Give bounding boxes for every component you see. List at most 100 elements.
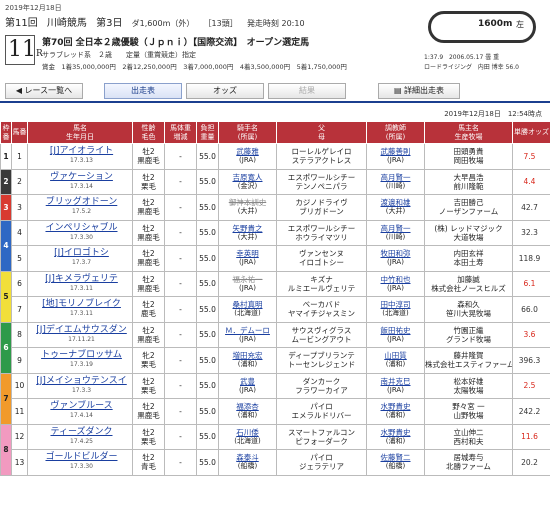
horse-cell[interactable]: インペリシャブル 17.3.30 [27,219,133,246]
horse-cell[interactable]: [J]デイエムサウスダン 17.11.21 [27,321,133,348]
horse-name-link[interactable]: [J]アイオライト [31,147,132,156]
jockey-name-link[interactable]: 森泰斗 [220,453,276,462]
horse-name-link[interactable]: トゥーナブロッサム [31,351,132,360]
trainer-cell[interactable]: 山田質 (浦和) [366,347,425,374]
jockey-name-link[interactable]: Ｍ．デムーロ [220,326,276,335]
trainer-cell[interactable]: 武藤善則 (JRA) [366,143,425,170]
back-to-race-list-button[interactable]: ◀ レース一覧へ [5,83,83,99]
trainer-cell[interactable]: 水野貴史 (浦和) [366,423,425,450]
trainer-cell[interactable]: 高月賢一 (川崎) [366,168,425,195]
sex-age-cell: 牡2 黒鹿毛 [132,219,165,246]
horse-name-link[interactable]: [地]モリノブレイク [31,300,132,309]
tab-result[interactable]: 結果 [268,83,346,99]
sire-name: エスポワールシチー [287,172,356,182]
jockey-name-link[interactable]: 福永祐一 [220,275,276,284]
horse-cell[interactable]: [地]モリノブレイク 17.3.11 [27,296,133,323]
jockey-name-link[interactable]: 幸英明 [220,249,276,258]
jockey-cell[interactable]: 吉原寛人 (金沢) [218,168,277,195]
jockey-cell[interactable]: 森泰斗 (船橋) [218,449,277,476]
trainer-cell[interactable]: 渡邊和雄 (大井) [366,194,425,221]
nav-divider [0,101,550,103]
owner-name: (株) レッドマジック [434,223,503,233]
trainer-cell[interactable]: 佐藤賢二 (船橋) [366,449,425,476]
trainer-cell[interactable]: 田中淳司 (北海道) [366,296,425,323]
trainer-cell[interactable]: 中竹和也 (JRA) [366,270,425,297]
trainer-name-link[interactable]: 牧田和弥 [368,249,424,258]
horse-name-link[interactable]: インペリシャブル [31,223,132,233]
table-row: 7 [地]モリノブレイク 17.3.11 牡2 鹿毛 -55.0 桑村真明 (北海道) ベーカバ… [1,296,550,323]
jockey-cell[interactable]: 桑村真明 (北海道) [218,296,277,323]
jockey-name-link[interactable]: 桑村真明 [220,300,276,309]
trainer-name-link[interactable]: 山田質 [368,351,424,360]
horse-name-link[interactable]: [J]イロゴトシ [31,249,132,258]
jockey-cell[interactable]: 増田充宏 (浦和) [218,347,277,374]
horse-name-link[interactable]: [J]メイショウテンスイ [31,376,132,386]
horse-name-link[interactable]: ブリッグオドーン [31,198,132,207]
detail-entries-button[interactable]: ▤ 詳細出走表 [378,83,460,99]
trainer-name-link[interactable]: 佐藤賢二 [368,453,424,462]
horse-cell[interactable]: ゴールドビルダー 17.3.30 [27,449,133,476]
jockey-cell[interactable]: 武藤雅 (JRA) [218,143,277,170]
trainer-name-link[interactable]: 中竹和也 [368,275,424,284]
trainer-name-link[interactable]: 高月賢一 [368,173,424,182]
jockey-affiliation: (JRA) [239,283,256,292]
horse-cell[interactable]: [J]イロゴトシ 17.3.7 [27,245,133,272]
jockey-name-link[interactable]: 御神本訓史 [220,198,276,207]
trainer-cell[interactable]: 高月賢一 (川崎) [366,219,425,246]
pedigree-cell: エスポワールシチー ホウライマツリ [276,219,367,246]
jockey-name-link[interactable]: 福添杏 [220,402,276,411]
horse-cell[interactable]: [J]アイオライト 17.3.13 [27,143,133,170]
horse-name-link[interactable]: ヴァンブルース [31,402,132,411]
jockey-cell[interactable]: 御神本訓史 (大井) [218,194,277,221]
trainer-cell[interactable]: 飯田祐史 (JRA) [366,321,425,348]
tab-odds[interactable]: オッズ [186,83,264,99]
horse-cell[interactable]: ヴァケーション 17.3.14 [27,168,133,195]
horse-name-link[interactable]: [J]デイエムサウスダン [31,325,132,335]
jockey-name-link[interactable]: 吉原寛人 [220,173,276,182]
owner-name: 田頭勇貴 [453,147,484,157]
body-weight: - [164,219,197,246]
trainer-cell[interactable]: 南井克巳 (JRA) [366,372,425,399]
tab-entries[interactable]: 出走表 [104,83,182,99]
trainer-cell[interactable]: 牧田和弥 (JRA) [366,245,425,272]
horse-name-link[interactable]: ゴールドビルダー [31,453,132,462]
horse-birthdate: 17.3.13 [70,157,93,165]
jockey-cell[interactable]: 幸英明 (JRA) [218,245,277,272]
jockey-name-link[interactable]: 武藤雅 [220,147,276,156]
jockey-cell[interactable]: 福添杏 (浦和) [218,398,277,425]
horse-cell[interactable]: [J]メイショウテンスイ 17.3.3 [27,372,133,399]
horse-name-link[interactable]: ヴァケーション [31,172,132,182]
coat-color: 栗毛 [141,181,156,191]
horse-name-link[interactable]: [J]キメラヴェリテ [31,274,132,284]
horse-cell[interactable]: トゥーナブロッサム 17.3.19 [27,347,133,374]
trainer-name-link[interactable]: 南井克巳 [368,377,424,386]
jockey-name-link[interactable]: 増田充宏 [220,351,276,360]
jockey-affiliation: (大井) [237,207,258,216]
jockey-name-link[interactable]: 矢野貴之 [220,224,276,233]
trainer-name-link[interactable]: 水野貴史 [368,428,424,437]
jockey-cell[interactable]: 石川倭 (北海道) [218,423,277,450]
jockey-name-link[interactable]: 武豊 [220,377,276,386]
trainer-name-link[interactable]: 高月賢一 [368,224,424,233]
owner-cell: 松本好雄 太陽牧場 [424,372,513,399]
trainer-name-link[interactable]: 飯田祐史 [368,326,424,335]
trainer-name-link[interactable]: 武藤善則 [368,147,424,156]
jockey-cell[interactable]: 矢野貴之 (大井) [218,219,277,246]
horse-cell[interactable]: [J]キメラヴェリテ 17.3.11 [27,270,133,297]
trainer-name-link[interactable]: 渡邊和雄 [368,198,424,207]
trainer-name-link[interactable]: 水野貴史 [368,402,424,411]
jockey-name-link[interactable]: 石川倭 [220,428,276,437]
horse-name-link[interactable]: ティーズダンク [31,427,132,437]
jockey-cell[interactable]: Ｍ．デムーロ (JRA) [218,321,277,348]
horse-cell[interactable]: ティーズダンク 17.4.25 [27,423,133,450]
jockey-cell[interactable]: 福永祐一 (JRA) [218,270,277,297]
pedigree-cell: スマートファルコン ピフォーダーク [276,423,367,450]
body-weight: - [164,143,197,170]
jockey-cell[interactable]: 武豊 (JRA) [218,372,277,399]
trainer-cell[interactable]: 水野貴史 (浦和) [366,398,425,425]
horse-number: 6 [11,270,28,297]
coat-color: 黒鹿毛 [137,411,160,421]
horse-cell[interactable]: ブリッグオドーン 17.5.2 [27,194,133,221]
trainer-name-link[interactable]: 田中淳司 [368,300,424,309]
horse-cell[interactable]: ヴァンブルース 17.4.14 [27,398,133,425]
